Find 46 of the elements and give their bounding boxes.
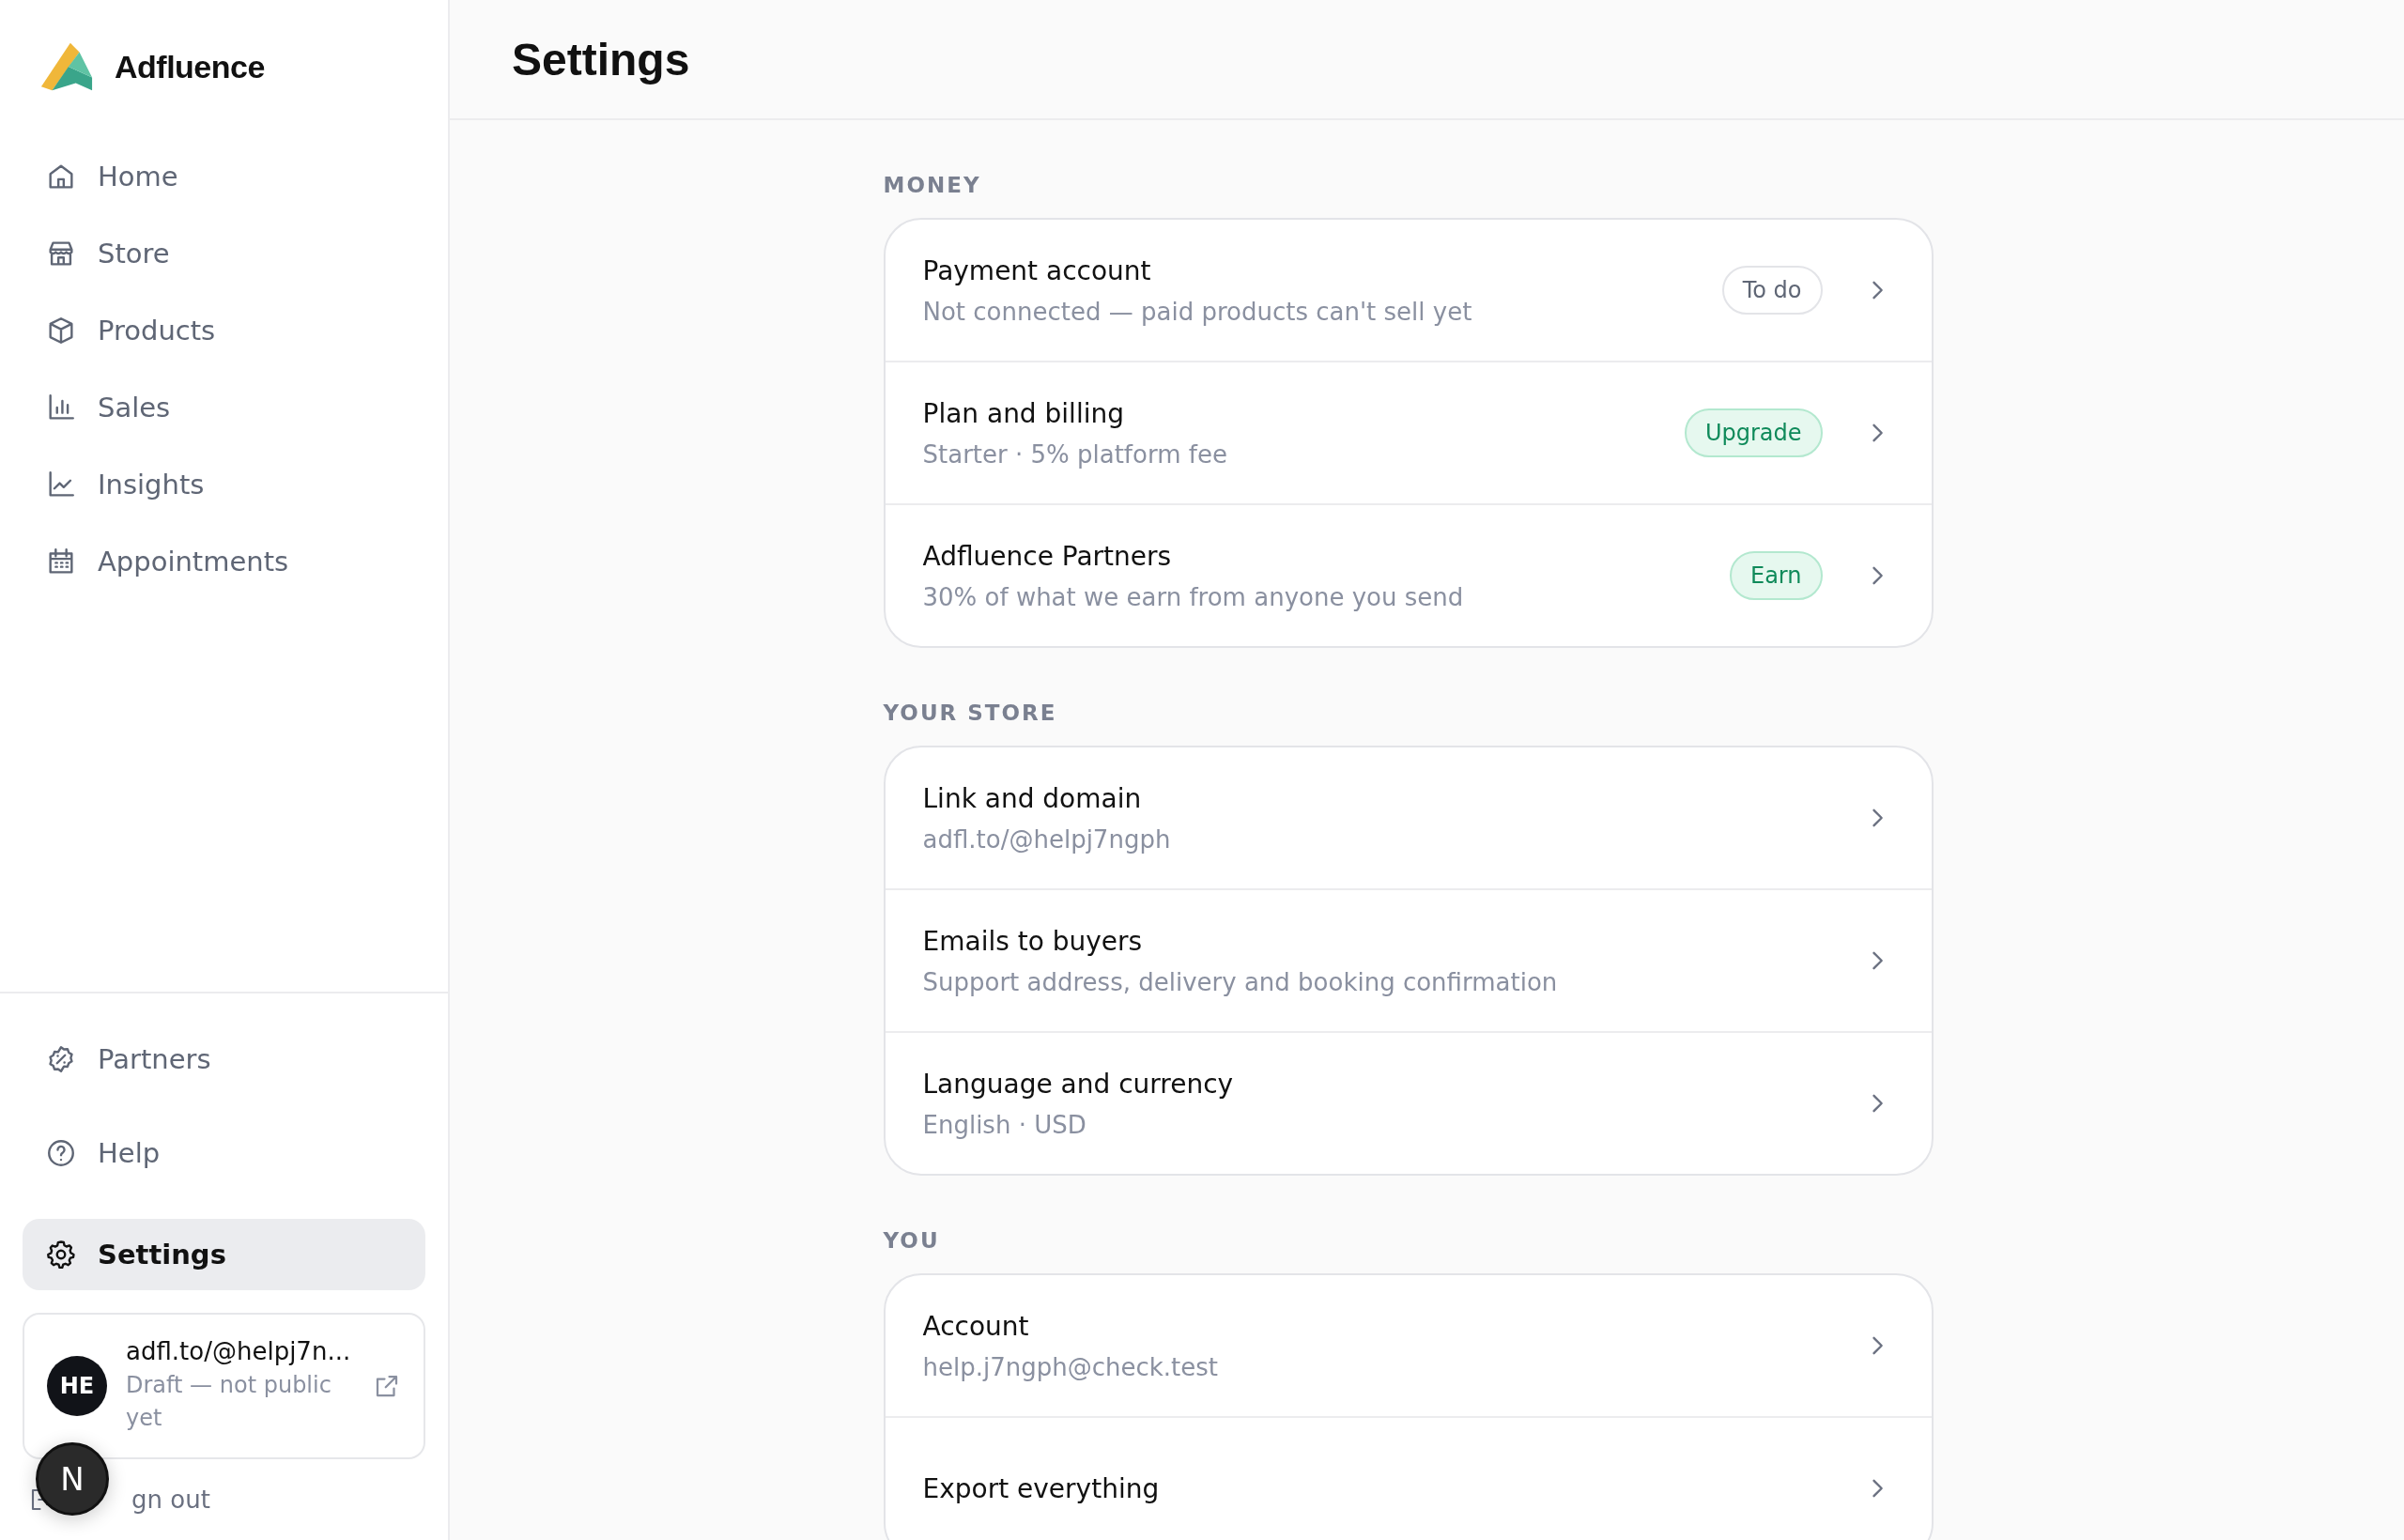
nav-item[interactable]: Help [23, 1125, 425, 1182]
nav-item[interactable]: Partners [23, 1031, 425, 1088]
nav-item[interactable]: Store [23, 225, 425, 282]
settings-row[interactable]: Export everything [885, 1416, 1932, 1540]
row-subtitle: adfl.to/@helpj7ngph [922, 824, 1172, 854]
nav-item[interactable]: Appointments [23, 533, 425, 590]
nav-item[interactable]: Home [23, 148, 425, 205]
nav-item[interactable]: Sales [23, 379, 425, 436]
section-heading: YOU [883, 1228, 941, 1253]
row-title: Adfluence Partners [922, 540, 1173, 572]
section-heading: YOUR STORE [883, 701, 1058, 725]
store-link: adfl.to/@helpj7n... [126, 1337, 352, 1366]
row-title: Plan and billing [922, 397, 1125, 429]
settings-row[interactable]: Language and currency English · USD [885, 1031, 1932, 1174]
nav-item[interactable]: Insights [23, 456, 425, 513]
settings-row[interactable]: Account help.j7ngph@check.test [885, 1275, 1932, 1416]
status-badge: Upgrade [1684, 408, 1823, 457]
row-title: Language and currency [922, 1068, 1235, 1100]
status-badge: To do [1721, 266, 1823, 315]
row-subtitle: help.j7ngph@check.test [922, 1352, 1219, 1381]
settings-row[interactable]: Emails to buyers Support address, delivery and booking confirmation [885, 888, 1932, 1031]
dev-badge[interactable]: N [36, 1442, 109, 1516]
section-heading: MONEY [883, 173, 982, 197]
settings-row[interactable]: Plan and billing Starter · 5% platform fee Upgrade [885, 361, 1932, 503]
settings-icon [45, 1239, 77, 1271]
settings-row[interactable]: Adfluence Partners 30% of what we earn from anyone you send Earn [885, 503, 1932, 646]
status-badge: Earn [1729, 551, 1823, 600]
row-title: Link and domain [922, 782, 1143, 814]
row-title: Emails to buyers [922, 925, 1144, 957]
store-status: Draft — not public yet [126, 1371, 332, 1434]
row-subtitle: Support address, delivery and booking confirmation [922, 967, 1559, 996]
row-subtitle: Not connected — paid products can't sell yet [922, 297, 1473, 326]
row-subtitle: 30% of what we earn from anyone you send [922, 582, 1465, 611]
settings-row[interactable]: Link and domain adfl.to/@helpj7ngph [885, 747, 1932, 888]
page-title: Settings [512, 33, 690, 85]
logo-icon [39, 40, 94, 93]
settings-row[interactable]: Payment account Not connected — paid products can't sell yet To do [885, 220, 1932, 361]
nav-item[interactable]: Settings [23, 1219, 425, 1291]
row-subtitle: English · USD [922, 1110, 1087, 1139]
avatar: HE [47, 1356, 107, 1417]
row-title: Account [922, 1310, 1030, 1342]
row-subtitle: Starter · 5% platform fee [922, 439, 1228, 469]
row-title: Payment account [922, 254, 1152, 286]
nav-item[interactable]: Products [23, 302, 425, 359]
row-title: Export everything [922, 1472, 1161, 1504]
brand-name: Adfluence [115, 48, 265, 85]
